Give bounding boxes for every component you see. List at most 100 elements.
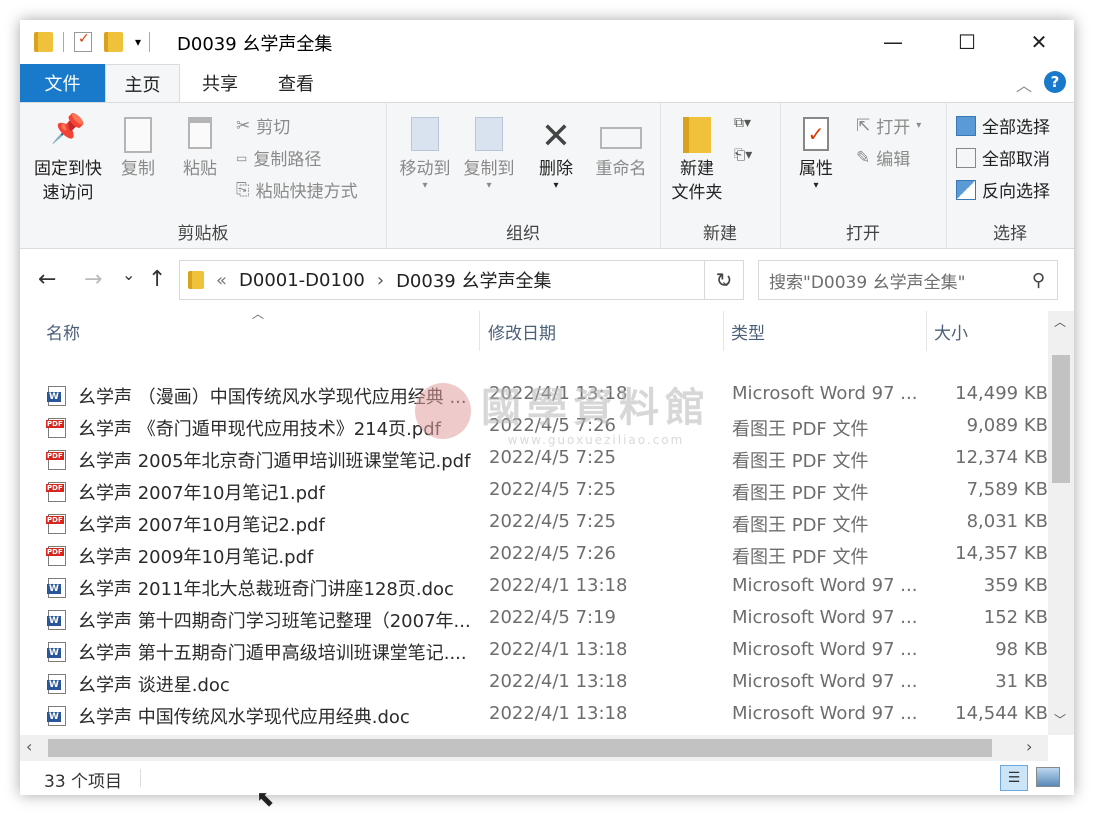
file-row[interactable]: 幺学声 2007年10月笔记2.pdf 2022/4/5 7:25 看图王 PDF … [20, 508, 1048, 540]
new-folder-button[interactable]: 新建 文件夹 [666, 117, 728, 205]
file-size: 9,089 KB [966, 415, 1048, 436]
search-icon[interactable]: ⚲ [1032, 270, 1045, 291]
invert-selection-icon [956, 179, 976, 200]
watermark-sub: www.guoxueziliao.com [507, 433, 685, 447]
horizontal-scrollbar[interactable]: ‹ › [20, 735, 1048, 761]
file-row[interactable]: 幺学声 2005年北京奇门遁甲培训班课堂笔记.pdf 2022/4/5 7:25 看… [20, 444, 1048, 476]
paste-shortcut-button[interactable]: ⎘ 粘贴快捷方式 [236, 177, 358, 203]
quick-access-toolbar: ✓ ▾ [34, 30, 151, 54]
invert-selection-button[interactable]: 反向选择 [956, 177, 1050, 202]
tab-file[interactable]: 文件 [20, 64, 105, 102]
doc-file-icon [47, 706, 66, 726]
column-type[interactable]: 类型 [725, 311, 927, 351]
tab-home[interactable]: 主页 [105, 64, 180, 102]
details-view-icon[interactable]: ☰ [1000, 765, 1028, 791]
scroll-up-arrow-icon[interactable]: ︿ [1054, 313, 1066, 330]
refresh-button[interactable]: ↻ [704, 260, 744, 300]
tab-view[interactable]: 查看 [264, 64, 328, 102]
edit-button[interactable]: ✎ 编辑 [856, 145, 910, 171]
file-row[interactable]: 幺学声 谈进星.doc 2022/4/1 13:18 Microsoft Word … [20, 668, 1048, 700]
open-button[interactable]: ⇱ 打开 ▾ [856, 113, 921, 139]
copy-path-icon: ▭ [236, 150, 248, 165]
minimize-button[interactable]: — [858, 20, 928, 64]
search-input[interactable]: 搜索"D0039 幺学声全集" ⚲ [758, 260, 1058, 300]
file-name: 幺学声 2005年北京奇门遁甲培训班课堂笔记.pdf [78, 451, 471, 472]
new-folder-icon[interactable] [104, 32, 123, 52]
select-all-label: 全部选择 [982, 118, 1050, 138]
scissors-icon: ✂ [236, 115, 251, 136]
copy-to-button[interactable]: 复制到 ▾ [458, 117, 520, 191]
mouse-cursor-icon: ⬉ [256, 787, 275, 812]
file-row[interactable]: 幺学声 第十五期奇门遁甲高级培训班课堂笔记.... 2022/4/1 13:18 M… [20, 636, 1048, 668]
ribbon-tabs: 文件 主页 共享 查看 ︿ ? [20, 64, 1074, 102]
scroll-right-arrow-icon[interactable]: › [1026, 737, 1032, 756]
select-none-button[interactable]: 全部取消 [956, 145, 1050, 170]
address-bar[interactable]: « D0001-D0100 › D0039 幺学声全集 ⌄ [179, 260, 744, 300]
file-name: 幺学声 第十四期奇门学习班笔记整理（2007年... [78, 611, 471, 632]
properties-button[interactable]: ✓ 属性 ▾ [788, 117, 844, 191]
breadcrumb-d0001-d0100[interactable]: D0001-D0100 [239, 270, 365, 291]
file-row[interactable]: 幺学声 2011年北大总裁班奇门讲座128页.doc 2022/4/1 13:18… [20, 572, 1048, 604]
cut-button[interactable]: ✂ 剪切 [236, 113, 290, 139]
horizontal-scroll-thumb[interactable] [48, 739, 992, 757]
new-label: 新建 [703, 224, 737, 244]
rename-button[interactable]: 重命名 [588, 117, 654, 181]
file-row[interactable]: 幺学声 第十四期奇门学习班笔记整理（2007年... 2022/4/5 7:19 M… [20, 604, 1048, 636]
forward-button[interactable]: → [84, 267, 102, 292]
ribbon-collapse-icon[interactable]: ︿ [1016, 72, 1032, 96]
file-size: 8,031 KB [966, 511, 1048, 532]
select-all-button[interactable]: 全部选择 [956, 113, 1050, 138]
file-size: 14,357 KB [955, 543, 1048, 564]
customize-dropdown-icon[interactable]: ▾ [135, 35, 141, 49]
copy-path-button[interactable]: ▭ 复制路径 [236, 145, 321, 170]
file-row[interactable]: 幺学声 中国传统风水学现代应用经典.doc 2022/4/1 13:18 Micro… [20, 700, 1048, 732]
file-type: Microsoft Word 97 ... [732, 607, 918, 628]
easy-access-icon[interactable]: ⎗▾ [734, 147, 752, 163]
column-date[interactable]: 修改日期 [482, 311, 724, 351]
file-type: 看图王 PDF 文件 [732, 451, 869, 472]
title-bar: ✓ ▾ D0039 幺学声全集 — ☐ ✕ [20, 20, 1074, 64]
copy-button[interactable]: 复制 [112, 117, 164, 181]
clipboard-label: 剪贴板 [177, 224, 229, 244]
delete-button[interactable]: ✕ 删除 ▾ [532, 117, 580, 191]
move-to-button[interactable]: 移动到 ▾ [394, 117, 456, 191]
file-row[interactable]: 幺学声 2007年10月笔记1.pdf 2022/4/5 7:25 看图王 PDF … [20, 476, 1048, 508]
vertical-scroll-thumb[interactable] [1052, 355, 1070, 483]
file-size: 152 KB [983, 607, 1048, 628]
organize-label: 组织 [506, 224, 540, 244]
maximize-button[interactable]: ☐ [932, 20, 1002, 64]
new-item-icon[interactable]: ⧉▾ [734, 115, 751, 131]
back-button[interactable]: ← [38, 267, 56, 292]
vertical-scrollbar[interactable]: ︿ ﹀ [1048, 311, 1074, 735]
doc-file-icon [47, 386, 66, 406]
file-type: Microsoft Word 97 ... [732, 575, 918, 596]
column-header: 名称 ︿ 修改日期 类型 大小 [20, 307, 1048, 351]
delete-dropdown-icon: ▾ [553, 180, 559, 191]
scroll-left-arrow-icon[interactable]: ‹ [26, 737, 32, 756]
open-group-label: 打开 [846, 224, 880, 244]
overflow-chevron[interactable]: « [216, 270, 227, 291]
column-size[interactable]: 大小 [928, 311, 1048, 351]
watermark: 國學資料館 www.guoxueziliao.com [415, 375, 711, 447]
doc-file-icon [47, 642, 66, 662]
large-icons-view-icon[interactable] [1036, 767, 1060, 787]
pdf-file-icon [46, 514, 66, 534]
scroll-down-arrow-icon[interactable]: ﹀ [1054, 711, 1066, 728]
tab-share[interactable]: 共享 [188, 64, 252, 102]
file-date: 2022/4/1 13:18 [489, 575, 628, 596]
file-row[interactable]: 幺学声 2009年10月笔记.pdf 2022/4/5 7:26 看图王 PDF 文… [20, 540, 1048, 572]
properties-check-icon[interactable]: ✓ [74, 31, 92, 52]
file-size: 14,499 KB [955, 383, 1048, 404]
paste-button[interactable]: 粘贴 [174, 117, 226, 181]
recent-locations-button[interactable]: ⌄ [122, 265, 135, 284]
file-date: 2022/4/5 7:25 [489, 479, 616, 500]
file-type: 看图王 PDF 文件 [732, 547, 869, 568]
doc-file-icon [47, 578, 66, 598]
help-icon[interactable]: ? [1044, 71, 1066, 93]
up-button[interactable]: ↑ [148, 267, 166, 292]
pin-quick-access-button[interactable]: 📌 固定到快 速访问 [28, 115, 108, 205]
breadcrumb-current-folder[interactable]: D0039 幺学声全集 [396, 267, 551, 293]
breadcrumb-separator[interactable]: › [377, 270, 384, 291]
close-button[interactable]: ✕ [1004, 20, 1074, 64]
file-name: 幺学声 谈进星.doc [78, 675, 230, 696]
